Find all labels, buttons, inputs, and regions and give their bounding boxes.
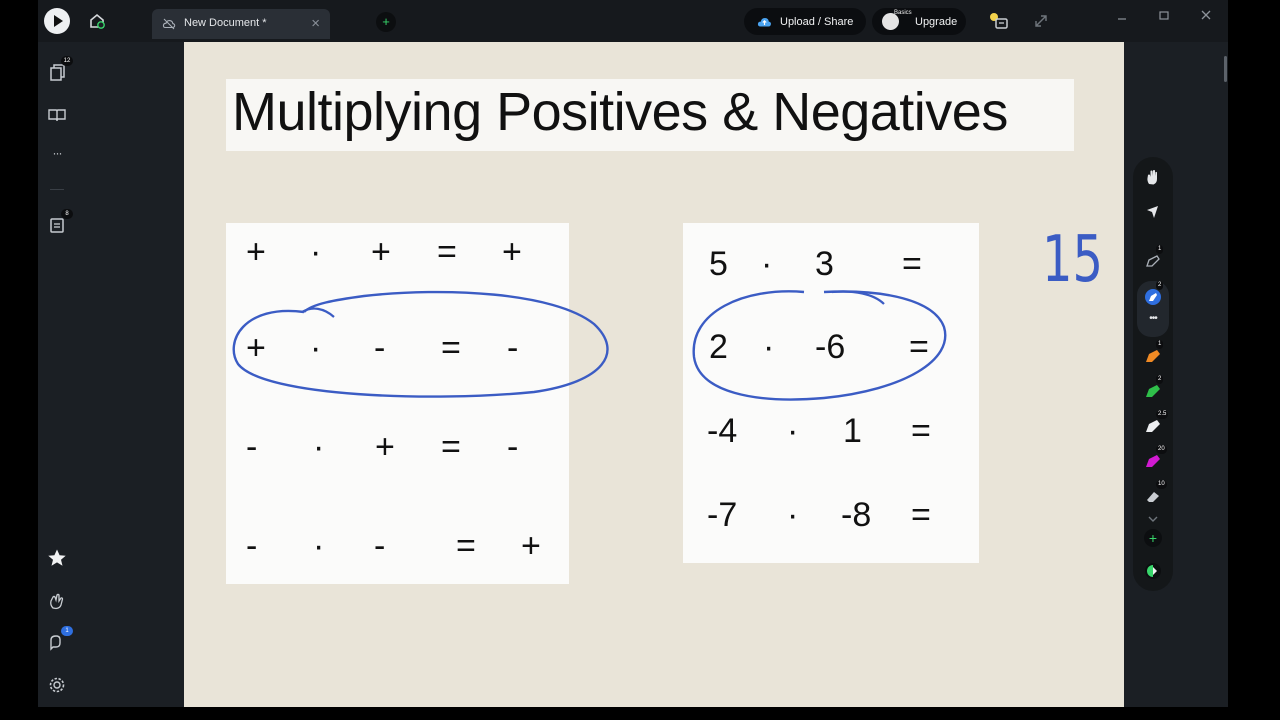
- ink-stroke: [301, 307, 335, 318]
- upload-share-label: Upload / Share: [780, 15, 854, 28]
- sidebar-divider: [50, 189, 64, 190]
- tool-badge: 1: [1156, 245, 1164, 254]
- tool-badge: 2.5: [1156, 410, 1169, 419]
- ink-circle-problem: [692, 290, 947, 401]
- pages-icon[interactable]: 12: [47, 56, 73, 82]
- tool-badge: 10: [1156, 480, 1167, 489]
- pen-options-icon[interactable]: •••: [1143, 313, 1163, 333]
- cloud-off-icon: [162, 17, 176, 31]
- settings-gear-icon[interactable]: [47, 675, 67, 695]
- plan-badge: Basics: [894, 10, 912, 16]
- left-sidebar: 12 ··· 8 1: [38, 42, 76, 707]
- notes-icon[interactable]: 8: [47, 209, 73, 235]
- whiteboard-canvas[interactable]: Multiplying Positives & Negatives + · + …: [184, 42, 1124, 707]
- fullscreen-icon[interactable]: [1030, 10, 1052, 32]
- ink-annotations: [232, 290, 947, 401]
- pen-outline-icon[interactable]: 1: [1143, 245, 1164, 271]
- tool-badge: 1: [1156, 340, 1164, 349]
- tool-presets-icon[interactable]: [1143, 561, 1163, 581]
- vertical-scrollbar[interactable]: [1224, 56, 1227, 82]
- home-icon[interactable]: [88, 12, 106, 30]
- star-icon[interactable]: [47, 548, 67, 568]
- handwritten-answer: 15: [1042, 223, 1104, 297]
- add-tool-button[interactable]: +: [1144, 529, 1162, 547]
- top-bar: New Document * × + Upload / Share Basics…: [38, 0, 1228, 42]
- close-window-icon[interactable]: [1200, 8, 1212, 24]
- pen-orange-icon[interactable]: 1: [1143, 340, 1164, 366]
- hand-pan-icon[interactable]: [1143, 167, 1163, 187]
- pen-blue-icon[interactable]: 2: [1143, 281, 1164, 307]
- book-icon[interactable]: [47, 105, 67, 125]
- pen-white-icon[interactable]: 2.5: [1143, 410, 1169, 436]
- minimize-icon[interactable]: [1116, 8, 1128, 24]
- help-badge: 1: [61, 626, 73, 636]
- upgrade-label: Upgrade: [915, 16, 958, 28]
- close-tab-icon[interactable]: ×: [311, 15, 320, 32]
- lightbulb-icon[interactable]: [988, 10, 1010, 32]
- app-window: New Document * × + Upload / Share Basics…: [38, 0, 1228, 707]
- help-icon[interactable]: 1: [47, 626, 73, 652]
- select-arrow-icon[interactable]: [1143, 202, 1163, 222]
- tool-badge: 2: [1156, 375, 1164, 384]
- ink-circle-sign-rule: [232, 290, 609, 398]
- cloud-upload-icon: [757, 18, 771, 27]
- new-tab-button[interactable]: +: [376, 12, 396, 32]
- maximize-icon[interactable]: [1158, 8, 1170, 24]
- tool-badge: 20: [1156, 445, 1167, 454]
- notes-badge: 8: [61, 209, 73, 219]
- highlighter-magenta-icon[interactable]: 20: [1143, 445, 1167, 471]
- tool-badge: 2: [1156, 281, 1164, 290]
- chevron-down-icon[interactable]: [1143, 509, 1163, 529]
- pages-badge: 12: [61, 56, 73, 66]
- document-tab-title: New Document *: [184, 17, 267, 29]
- app-logo-icon[interactable]: [44, 8, 70, 34]
- eraser-icon[interactable]: 10: [1143, 480, 1167, 506]
- more-options-icon[interactable]: ···: [47, 146, 67, 166]
- drawing-toolbar: 1 2 ••• 1 2 2.5 20 10 +: [1133, 157, 1173, 591]
- upload-share-button[interactable]: Upload / Share: [744, 8, 866, 35]
- document-tab[interactable]: New Document * ×: [152, 9, 330, 39]
- upgrade-button[interactable]: Basics Upgrade: [872, 8, 966, 35]
- hand-wave-icon[interactable]: [47, 591, 67, 611]
- pen-green-icon[interactable]: 2: [1143, 375, 1164, 401]
